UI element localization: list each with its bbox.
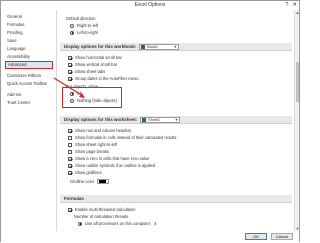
annotation-arrow: [53, 77, 85, 98]
excel-options-dialog: Excel Options ? ✕ General Formulas Proof…: [0, 0, 300, 242]
cancel-button[interactable]: Cancel: [271, 233, 293, 240]
dialog-footer: OK Cancel: [1, 231, 299, 242]
ok-button[interactable]: OK: [245, 233, 267, 240]
